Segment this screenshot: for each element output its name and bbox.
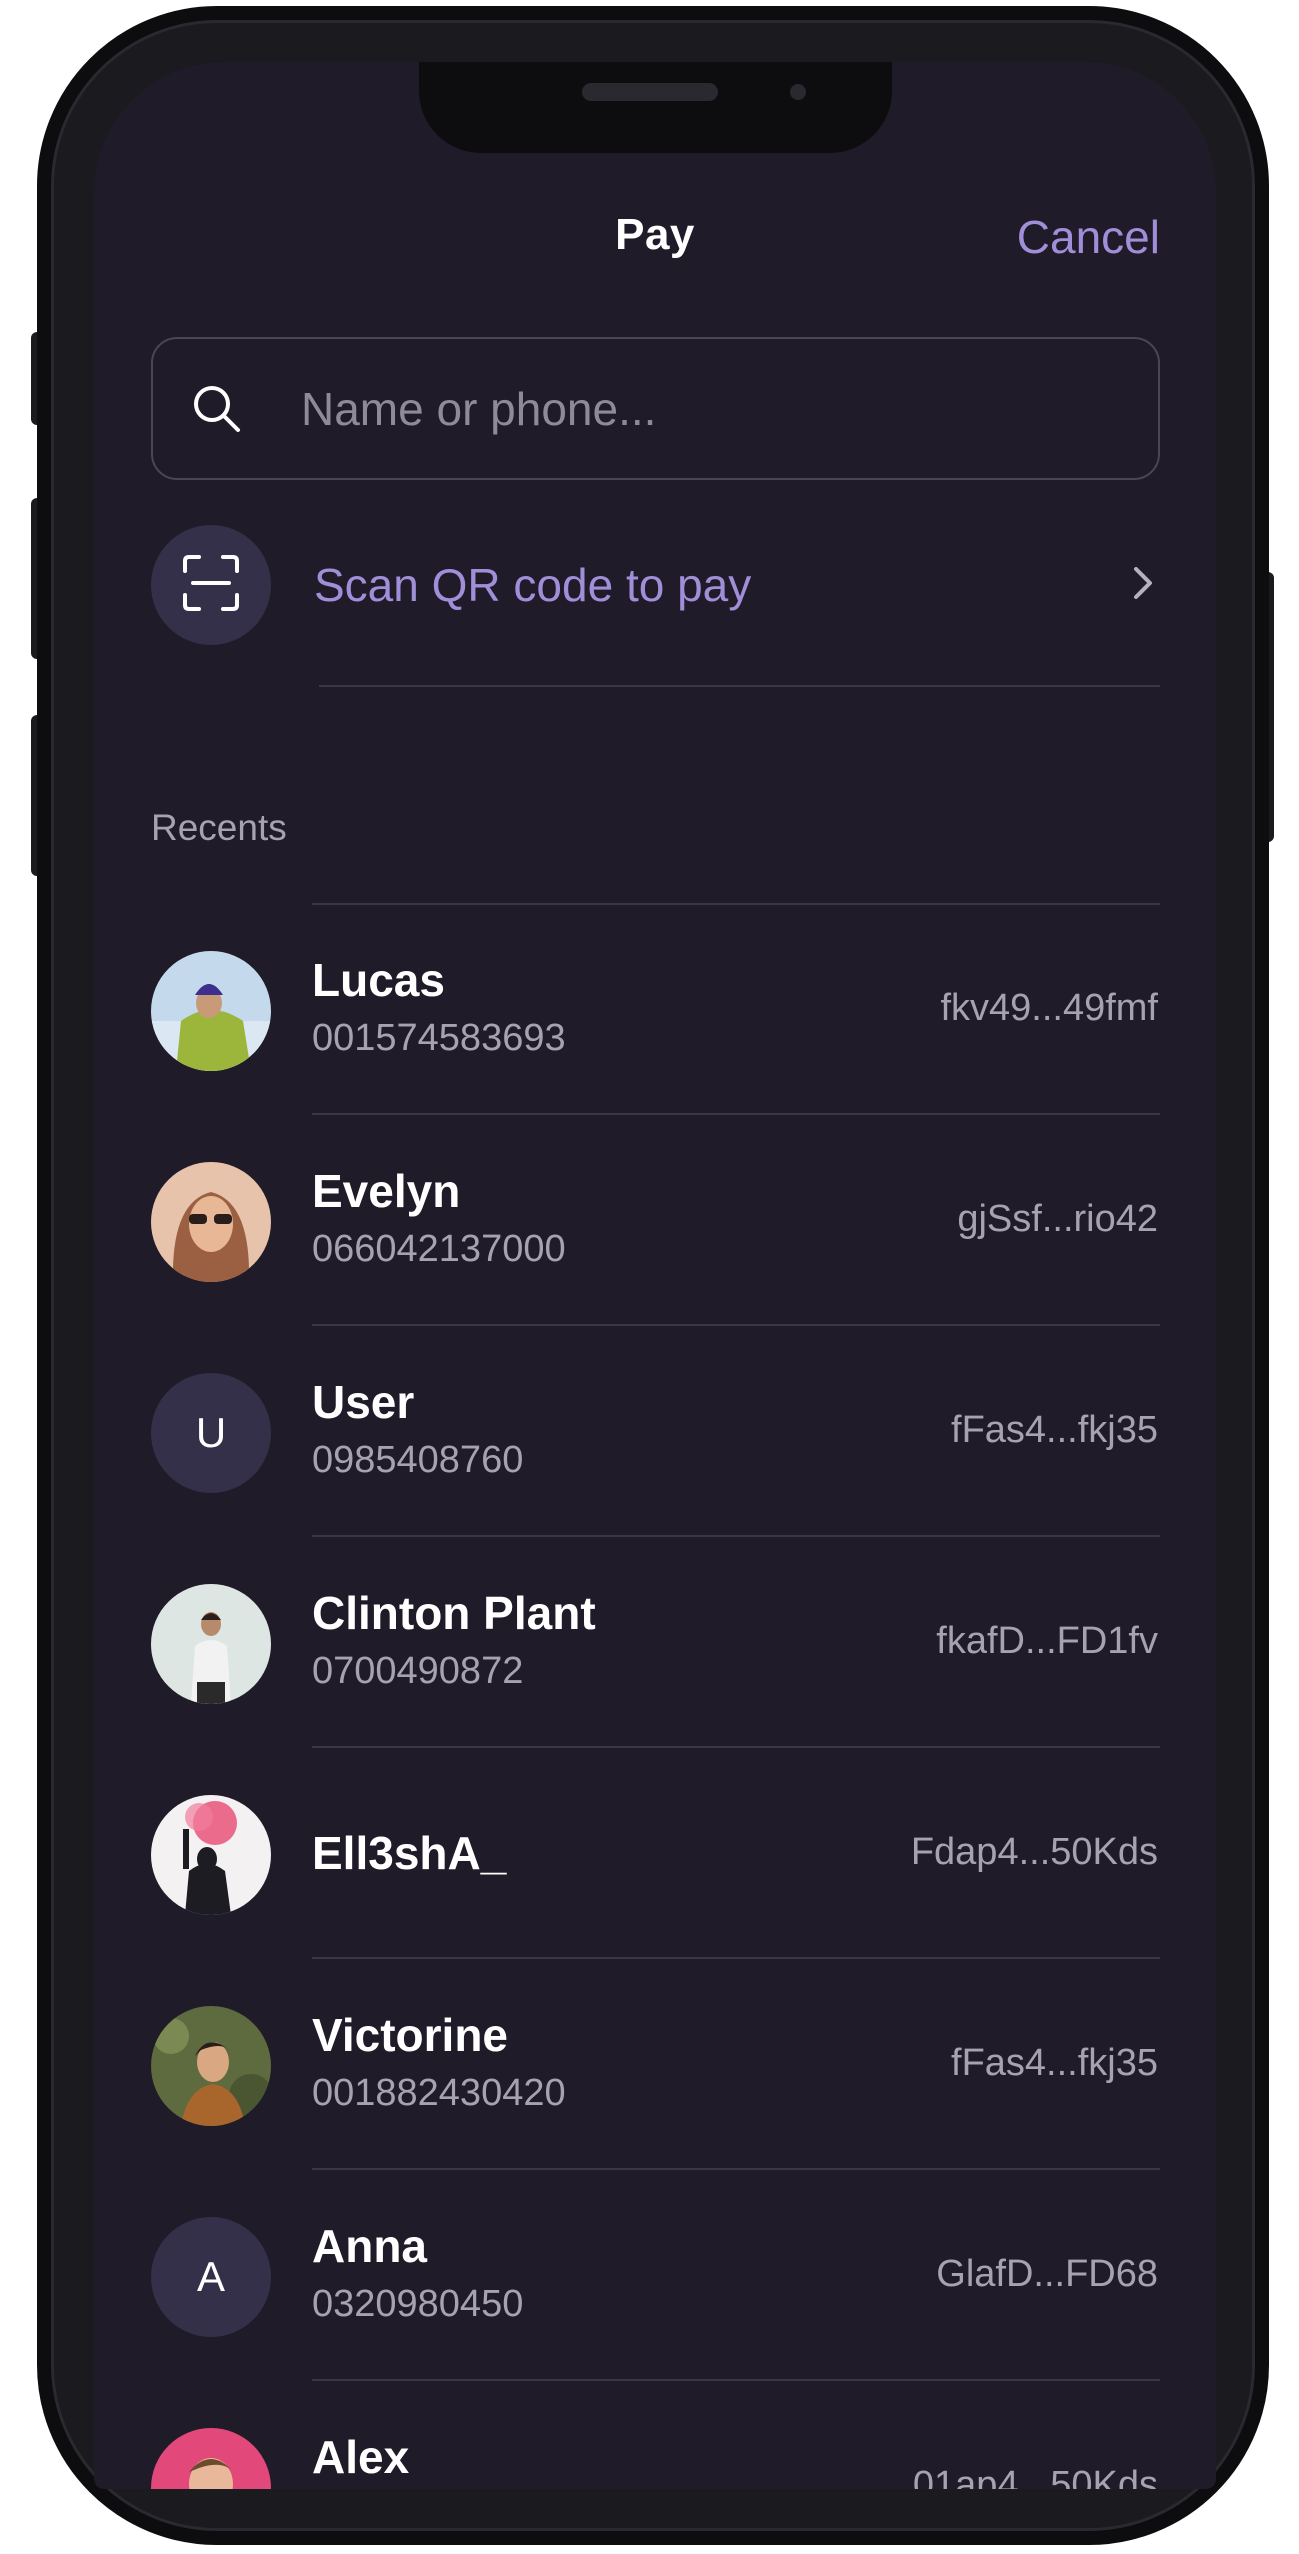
contact-wallet-id: 01ap4...50Kds	[912, 2464, 1158, 2489]
contact-row-anna[interactable]: A Anna 0320980450 GlafD...FD68	[151, 2217, 1160, 2339]
contact-phone: 0320980450	[312, 2283, 524, 2325]
contact-phone: 001574583693	[312, 1017, 566, 1059]
contact-name: Ell3shA_	[312, 1827, 507, 1879]
contact-wallet-id: Fdap4...50Kds	[910, 1831, 1158, 1873]
contact-row-alex[interactable]: Alex 01ap4...50Kds	[151, 2428, 1160, 2489]
speaker-grille	[582, 83, 718, 101]
front-camera	[790, 84, 806, 100]
scan-icon-circle	[151, 525, 271, 645]
contact-wallet-id: fFas4...fkj35	[951, 2042, 1158, 2084]
contact-name: Anna	[312, 2220, 427, 2272]
avatar-initial: U	[151, 1373, 271, 1493]
contact-phone: 0985408760	[312, 1439, 524, 1481]
contact-row-victorine[interactable]: Victorine 001882430420 fFas4...fkj35	[151, 2006, 1160, 2128]
contact-row-user[interactable]: U User 0985408760 fFas4...fkj35	[151, 1373, 1160, 1495]
contact-name: Clinton Plant	[312, 1587, 596, 1639]
avatar	[151, 1584, 271, 1704]
chevron-right-icon	[1128, 561, 1158, 610]
avatar	[151, 951, 271, 1071]
contact-row-clinton-plant[interactable]: Clinton Plant 0700490872 fkafD...FD1fv	[151, 1584, 1160, 1706]
avatar	[151, 1795, 271, 1915]
contact-row-evelyn[interactable]: Evelyn 066042137000 gjSsf...rio42	[151, 1162, 1160, 1284]
contact-wallet-id: fFas4...fkj35	[951, 1409, 1158, 1451]
scan-qr-label: Scan QR code to pay	[314, 559, 752, 611]
avatar	[151, 2006, 271, 2126]
search-box[interactable]	[151, 337, 1160, 480]
contact-phone: 0700490872	[312, 1650, 524, 1692]
contact-wallet-id: fkv49...49fmf	[940, 987, 1158, 1029]
app-screen: Pay Cancel Name or phone... Scan QR code…	[94, 62, 1216, 2489]
contact-name: Alex	[312, 2431, 410, 2483]
scan-qr-row[interactable]: Scan QR code to pay	[151, 524, 1160, 646]
qr-scan-icon	[181, 553, 241, 618]
stage: Pay Cancel Name or phone... Scan QR code…	[0, 0, 1299, 2554]
scan-divider	[319, 685, 1160, 687]
list-divider	[312, 1113, 1160, 1115]
contact-name: Victorine	[312, 2009, 508, 2061]
recents-heading: Recents	[151, 807, 287, 848]
list-divider	[312, 1957, 1160, 1959]
cancel-button[interactable]: Cancel	[1017, 210, 1160, 264]
search-icon	[187, 379, 247, 439]
contact-row-ell3sha[interactable]: Ell3shA_ Fdap4...50Kds	[151, 1795, 1160, 1917]
list-divider	[312, 1746, 1160, 1748]
contact-phone: 066042137000	[312, 1228, 566, 1270]
contact-name: Evelyn	[312, 1165, 461, 1217]
avatar	[151, 2428, 271, 2489]
list-divider	[312, 903, 1160, 905]
avatar-initial: A	[151, 2217, 271, 2337]
contact-wallet-id: gjSsf...rio42	[957, 1198, 1158, 1240]
contact-name: User	[312, 1376, 415, 1428]
notch	[419, 62, 892, 153]
contact-row-lucas[interactable]: Lucas 001574583693 fkv49...49fmf	[151, 951, 1160, 1073]
search-input[interactable]	[299, 380, 1063, 437]
contact-wallet-id: fkafD...FD1fv	[936, 1620, 1158, 1662]
avatar	[151, 1162, 271, 1282]
list-divider	[312, 2168, 1160, 2170]
list-divider	[312, 1324, 1160, 1326]
contact-name: Lucas	[312, 954, 445, 1006]
list-divider	[312, 1535, 1160, 1537]
contact-wallet-id: GlafD...FD68	[936, 2253, 1158, 2295]
contact-phone: 001882430420	[312, 2072, 566, 2114]
list-divider	[312, 2379, 1160, 2381]
